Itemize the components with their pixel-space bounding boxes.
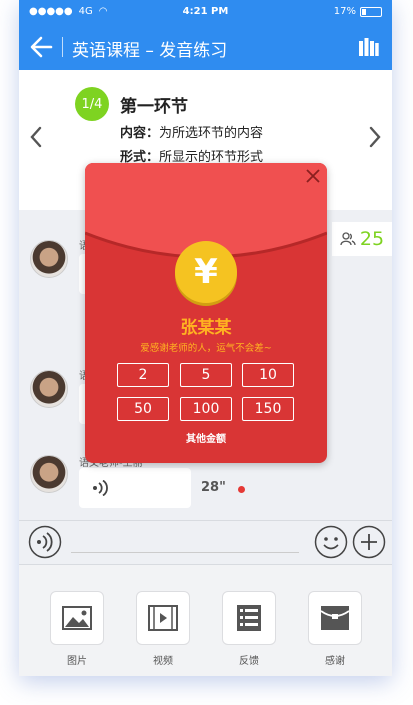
voice-input-icon[interactable] [28, 525, 62, 559]
envelope-icon [320, 606, 350, 630]
section-title: 第一环节 [120, 97, 188, 117]
participant-count-badge[interactable]: 25 [332, 222, 392, 256]
page-title: 英语课程 – 发音练习 [72, 41, 228, 61]
image-tile [50, 591, 104, 645]
red-packet-dialog: ¥ 张某某 爱感谢老师的人，运气不会差~ 2 5 10 50 100 150 其… [85, 163, 327, 463]
attach-thanks-button[interactable]: 感谢 [308, 591, 362, 667]
amount-button-50[interactable]: 50 [117, 397, 169, 421]
unread-dot [238, 486, 245, 493]
amount-button-10[interactable]: 10 [242, 363, 294, 387]
avatar[interactable] [30, 240, 68, 278]
attach-image-button[interactable]: 图片 [50, 591, 104, 667]
list-icon [237, 605, 261, 631]
content-label: 内容： [120, 126, 160, 141]
attach-video-button[interactable]: 视频 [136, 591, 190, 667]
section-progress-badge: 1/4 [75, 87, 109, 121]
amount-button-5[interactable]: 5 [180, 363, 232, 387]
video-tile [136, 591, 190, 645]
voice-wave-icon [93, 480, 108, 496]
attach-label: 视频 [153, 656, 173, 667]
back-arrow-icon[interactable] [27, 32, 57, 62]
thanks-tile [308, 591, 362, 645]
nav-divider [62, 37, 63, 57]
emoji-icon[interactable] [314, 525, 348, 559]
blessing-text: 爱感谢老师的人，运气不会差~ [140, 343, 272, 354]
status-bar: ●●●●● 4G ◠ 4:21 PM 17% [19, 0, 392, 24]
voice-duration: 28" [201, 480, 226, 495]
add-icon[interactable] [352, 525, 386, 559]
message-input[interactable] [71, 552, 299, 553]
close-icon[interactable] [305, 168, 321, 184]
attach-label: 反馈 [239, 656, 259, 667]
nav-bar: 英语课程 – 发音练习 [19, 24, 392, 70]
input-bar [19, 520, 392, 564]
voice-message-bubble[interactable] [79, 468, 191, 508]
attach-label: 图片 [67, 656, 87, 667]
amount-button-100[interactable]: 100 [180, 397, 232, 421]
books-icon[interactable] [358, 36, 380, 58]
avatar[interactable] [30, 455, 68, 493]
feedback-tile [222, 591, 276, 645]
avatar[interactable] [30, 370, 68, 408]
content-value: 为所选环节的内容 [159, 126, 264, 141]
image-icon [62, 606, 92, 630]
amount-button-2[interactable]: 2 [117, 363, 169, 387]
battery-icon [360, 6, 382, 17]
attach-label: 感谢 [325, 656, 345, 667]
sender-name: 张某某 [180, 318, 232, 338]
video-icon [148, 605, 178, 631]
attach-feedback-button[interactable]: 反馈 [222, 591, 276, 667]
other-amount-link[interactable]: 其他金额 [85, 430, 327, 445]
chevron-right-icon[interactable] [366, 125, 384, 149]
amount-button-150[interactable]: 150 [242, 397, 294, 421]
attachment-panel: 图片 视频 反馈 感谢 [19, 564, 392, 676]
coin-icon[interactable]: ¥ [175, 241, 237, 303]
people-icon [340, 232, 356, 246]
battery-label: 17% [333, 6, 356, 17]
section-content-line: 内容：为所选环节的内容 [120, 122, 263, 141]
phone-screen: ●●●●● 4G ◠ 4:21 PM 17% 英语课程 – 发音练习 1/4 第… [19, 0, 392, 676]
participant-count: 25 [359, 228, 385, 250]
chevron-left-icon[interactable] [27, 125, 45, 149]
